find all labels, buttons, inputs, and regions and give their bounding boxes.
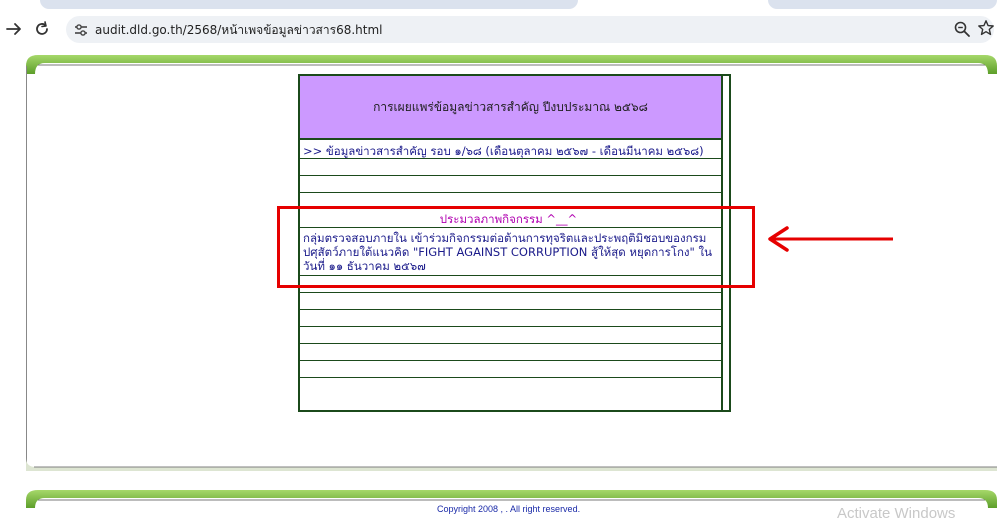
- table-header: การเผยแพร่ข้อมูลข่าวสารสำคัญ ปีงบประมาณ …: [300, 76, 721, 140]
- row-divider: [300, 175, 721, 176]
- address-bar-row: audit.dld.go.th/2568/หน้าเพจข้อมูลข่าวสา…: [0, 14, 997, 44]
- row-divider: [300, 377, 721, 378]
- row-divider: [300, 292, 721, 293]
- bookmark-star-icon[interactable]: [977, 19, 995, 37]
- table-header-title: การเผยแพร่ข้อมูลข่าวสารสำคัญ ปีงบประมาณ …: [373, 100, 648, 114]
- page-header-frame: [26, 55, 997, 74]
- page-frame-edge: [26, 66, 31, 470]
- tab-edge[interactable]: [40, 0, 578, 9]
- back-arrow-icon[interactable]: [4, 19, 24, 39]
- row-divider: [300, 360, 721, 361]
- copyright-text: Copyright 2008 , . All right reserved.: [437, 504, 581, 514]
- page-body-bottom-frame: [26, 458, 997, 471]
- tab-edge[interactable]: [768, 0, 997, 9]
- pointer-arrow-icon: [768, 226, 893, 252]
- reload-icon[interactable]: [32, 19, 52, 39]
- row-divider: [300, 343, 721, 344]
- site-info-icon[interactable]: [72, 21, 90, 39]
- row-divider: [300, 326, 721, 327]
- row-divider: [300, 158, 721, 159]
- activate-windows-watermark: Activate Windows: [837, 505, 956, 522]
- highlight-box: [277, 206, 755, 288]
- row-divider: [300, 309, 721, 310]
- row-divider: [300, 192, 721, 193]
- address-bar[interactable]: audit.dld.go.th/2568/หน้าเพจข้อมูลข่าวสา…: [66, 16, 994, 43]
- tab-strip: [0, 0, 997, 14]
- url-text[interactable]: audit.dld.go.th/2568/หน้าเพจข้อมูลข่าวสา…: [95, 21, 382, 40]
- zoom-icon[interactable]: [953, 20, 971, 38]
